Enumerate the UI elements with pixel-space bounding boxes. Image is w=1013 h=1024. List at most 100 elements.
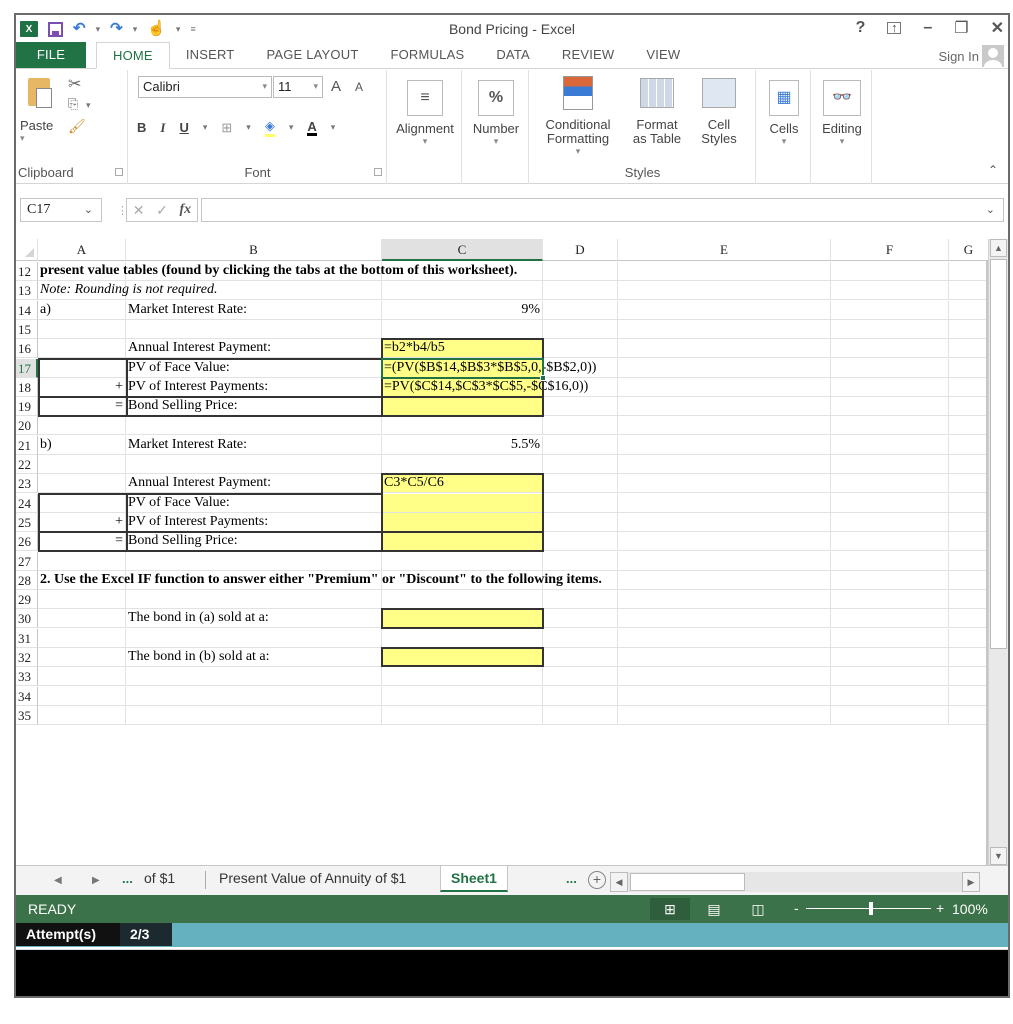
cell-f18[interactable] (831, 377, 949, 397)
cell-e33[interactable] (618, 667, 831, 687)
tab-file[interactable]: FILE (16, 42, 86, 68)
cell-g18[interactable] (949, 378, 988, 397)
row-header[interactable]: 19 (16, 397, 38, 417)
alignment-button[interactable]: ≡ Alignment ▾ (390, 80, 460, 146)
sheet-tab-pv-annuity[interactable]: Present Value of Annuity of $1 (209, 866, 416, 892)
row-header[interactable]: 35 (16, 705, 38, 725)
row-header[interactable]: 33 (16, 667, 38, 687)
font-launcher-icon[interactable] (374, 168, 382, 176)
cell-f22[interactable] (831, 455, 949, 474)
cell-d15[interactable] (543, 319, 618, 339)
cell-b29[interactable] (126, 590, 382, 610)
cell-a29[interactable] (38, 590, 126, 610)
column-header-f[interactable]: F (831, 239, 949, 261)
cell-b14[interactable]: Market Interest Rate: (126, 300, 382, 320)
cell-c14[interactable]: 9% (382, 300, 543, 320)
cell-e23[interactable] (618, 474, 831, 494)
cell-c26[interactable] (382, 532, 543, 552)
normal-view-icon[interactable]: ⊞ (650, 898, 690, 920)
cell-c34[interactable] (382, 686, 543, 706)
restore-icon[interactable]: ❐ (954, 18, 968, 38)
paste-button[interactable]: Paste ▾ (20, 118, 53, 143)
cell-a14[interactable]: a) (38, 300, 126, 320)
zoom-level[interactable]: 100% (952, 901, 988, 917)
clipboard-launcher-icon[interactable] (115, 168, 123, 176)
font-size-select[interactable]: 11 ▾ (273, 76, 323, 98)
cell-d32[interactable] (543, 648, 618, 667)
cell-b33[interactable] (126, 667, 382, 687)
cell-a17[interactable] (38, 358, 126, 378)
fill-color-icon[interactable]: ◈ (264, 118, 275, 137)
cell-b32[interactable]: The bond in (b) sold at a: (126, 648, 382, 667)
cell-b30[interactable]: The bond in (a) sold at a: (126, 609, 382, 629)
row-header[interactable]: 20 (16, 416, 38, 436)
copy-icon[interactable]: ⎘ (68, 96, 78, 112)
copy-dropdown-icon[interactable]: ▾ (86, 100, 91, 111)
cell-a34[interactable] (38, 686, 126, 706)
row-header[interactable]: 25 (16, 512, 38, 532)
cell-b31[interactable] (126, 628, 382, 648)
cell-g35[interactable] (949, 706, 988, 725)
borders-dropdown-icon[interactable]: ▾ (246, 122, 251, 133)
zoom-in-button[interactable]: + (936, 900, 944, 916)
row-header[interactable]: 21 (16, 435, 38, 455)
cell-e15[interactable] (618, 319, 831, 339)
cell-a32[interactable] (38, 648, 126, 667)
row-header[interactable]: 29 (16, 590, 38, 610)
underline-icon[interactable]: U (179, 120, 188, 135)
cell-a35[interactable] (38, 705, 126, 725)
paste-icon[interactable] (28, 78, 52, 108)
cell-c35[interactable] (382, 705, 543, 725)
cell-f29[interactable] (831, 590, 949, 610)
bold-icon[interactable]: B (137, 120, 146, 135)
tab-data[interactable]: DATA (480, 42, 546, 68)
cell-a31[interactable] (38, 628, 126, 648)
cell-f16[interactable] (831, 339, 949, 359)
cell-f24[interactable] (831, 493, 949, 513)
sign-in[interactable]: Sign In (939, 45, 1004, 67)
tab-page-layout[interactable]: PAGE LAYOUT (250, 42, 374, 68)
cell-a30[interactable] (38, 609, 126, 629)
conditional-formatting-button[interactable]: Conditional Formatting ▾ (534, 76, 622, 156)
cell-d14[interactable] (543, 300, 618, 320)
cell-c32[interactable] (382, 648, 543, 667)
vertical-scrollbar[interactable]: ▲ ▼ (988, 239, 1008, 865)
insert-function-icon[interactable]: fx (179, 202, 191, 218)
more-sheets-left[interactable]: ... (122, 871, 133, 886)
row-header[interactable]: 24 (16, 493, 38, 513)
sheet-tab-of-1[interactable]: of $1 (134, 866, 185, 892)
prev-sheet-icon[interactable]: ◀ (54, 875, 62, 886)
cell-a18[interactable]: + (38, 377, 126, 397)
row-header[interactable]: 32 (16, 648, 38, 667)
cell-f23[interactable] (831, 474, 949, 494)
cell-g13[interactable] (949, 281, 988, 301)
cell-f27[interactable] (831, 551, 949, 571)
column-header-b[interactable]: B (126, 239, 382, 261)
cell-g20[interactable] (949, 416, 988, 436)
cell-a22[interactable] (38, 455, 126, 474)
cell-b20[interactable] (126, 416, 382, 436)
cut-icon[interactable]: ✂ (68, 74, 81, 94)
cell-f13[interactable] (831, 281, 949, 301)
cell-a21[interactable]: b) (38, 435, 126, 455)
cell-g15[interactable] (949, 320, 988, 339)
fill-handle[interactable] (540, 374, 546, 381)
scroll-down-icon[interactable]: ▼ (990, 847, 1007, 865)
cell-g16[interactable] (949, 339, 988, 359)
cell-d21[interactable] (543, 435, 618, 455)
underline-dropdown-icon[interactable]: ▾ (203, 122, 208, 133)
row-header[interactable]: 22 (16, 455, 38, 474)
grow-font-icon[interactable]: A (331, 78, 341, 95)
page-layout-view-icon[interactable]: ▤ (694, 898, 734, 920)
cell-e22[interactable] (618, 455, 831, 474)
cell-c16[interactable]: =b2*b4/b5 (382, 339, 543, 359)
cell-g32[interactable] (949, 648, 988, 667)
cell-f17[interactable] (831, 358, 949, 378)
name-box[interactable]: C17 ⌄ (20, 198, 102, 222)
cell-b27[interactable] (126, 551, 382, 571)
cell-c21[interactable]: 5.5% (382, 435, 543, 455)
cell-a20[interactable] (38, 416, 126, 436)
cell-f20[interactable] (831, 416, 949, 436)
cell-g26[interactable] (949, 532, 988, 552)
page-break-preview-icon[interactable]: ◫ (738, 898, 778, 920)
